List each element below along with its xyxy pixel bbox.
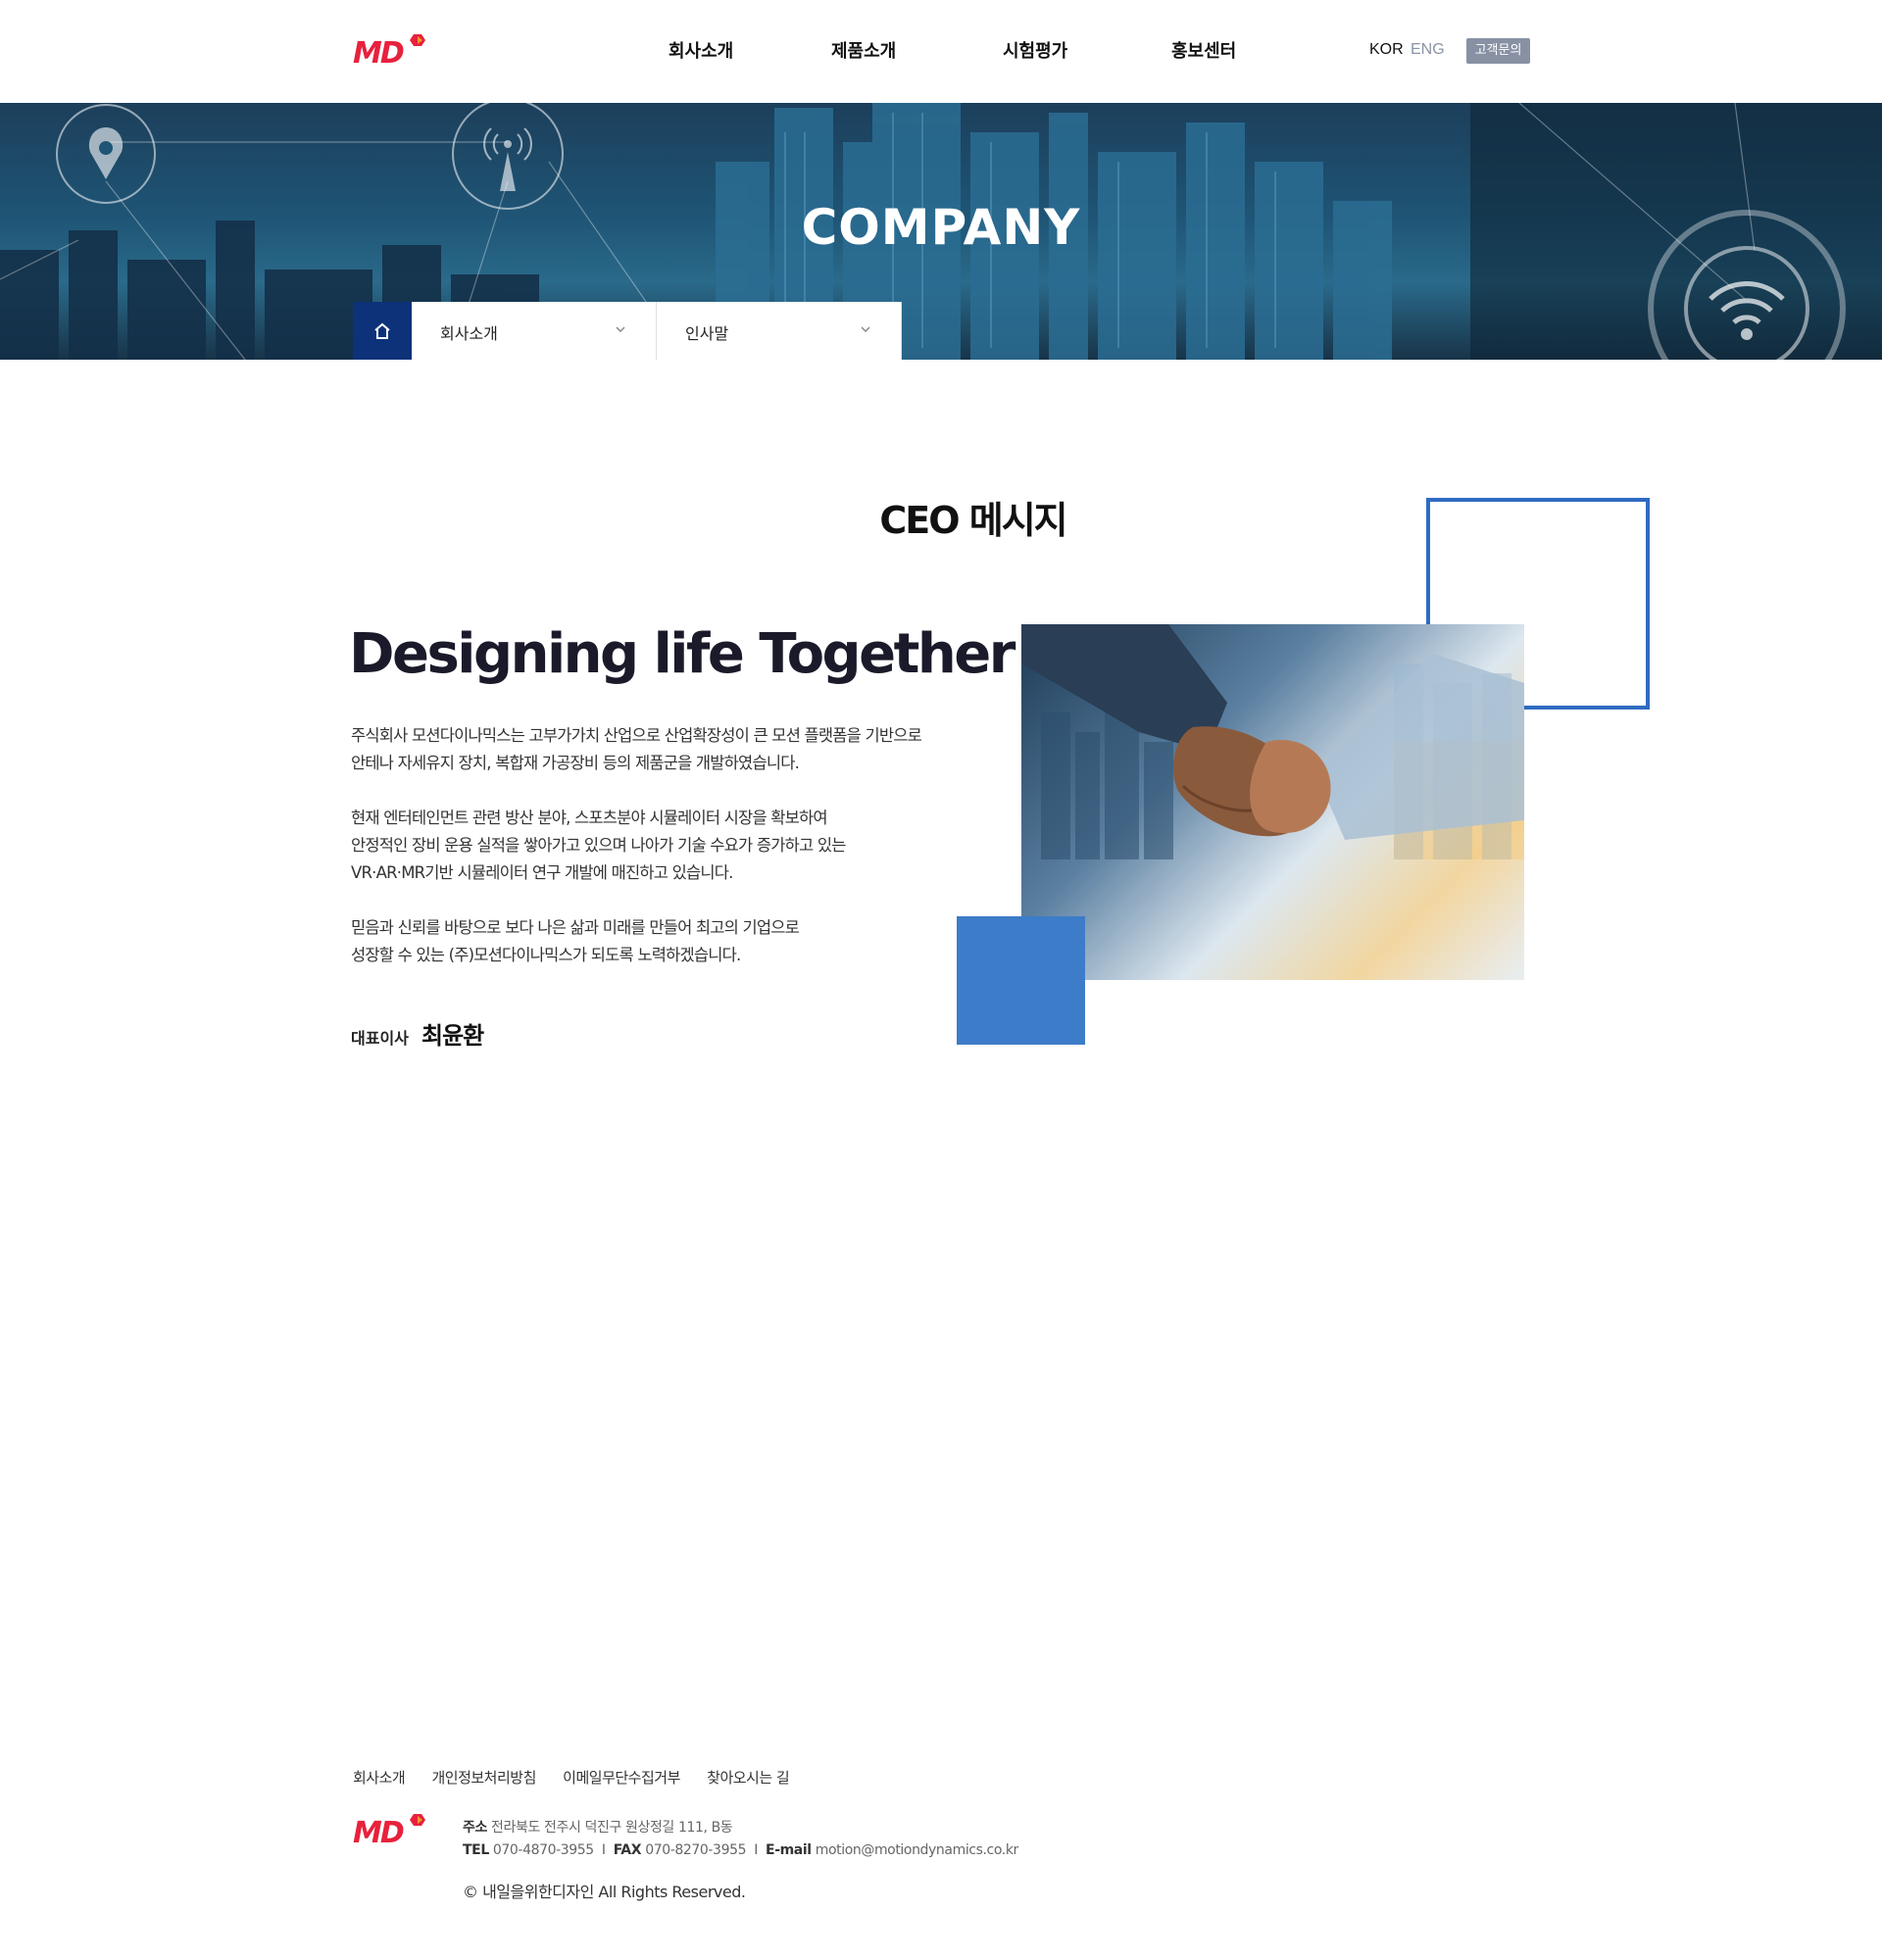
email-label: E-mail [766,1842,812,1858]
location-nav: 회사소개 인사말 [353,302,902,360]
site-header: MD 회사소개 제품소개 시험평가 홍보센터 KOR ENG 고객문의 [0,0,1882,103]
hero-title: COMPANY [801,199,1081,256]
paragraph-line: 믿음과 신뢰를 바탕으로 보다 나은 삶과 미래를 만들어 최고의 기업으로 [351,918,800,937]
tel-value: 070-4870-3955 [492,1842,594,1858]
fax-label: FAX [613,1842,642,1858]
dropdown-depth2[interactable]: 인사말 [657,302,902,360]
fax-value: 070-8270-3955 [645,1842,747,1858]
chevron-down-icon [861,326,870,333]
footer-link-email-policy[interactable]: 이메일무단수집거부 [563,1769,680,1787]
paragraph-line: 성장할 수 있는 (주)모션다이나믹스가 되도록 노력하겠습니다. [351,946,741,964]
home-icon [374,322,390,339]
paragraph-line: 안정적인 장비 운용 실적을 쌓아가고 있으며 나아가 기술 수요가 증가하고 … [351,836,846,855]
decorative-blue-square [957,916,1085,1045]
address-value: 전라북도 전주시 덕진구 원상정길 111, B동 [491,1820,733,1836]
dropdown-depth2-label: 인사말 [685,324,729,343]
email-value: motion@motiondynamics.co.kr [815,1842,1019,1858]
lang-eng-link[interactable]: ENG [1411,41,1445,59]
nav-company[interactable]: 회사소개 [669,37,733,63]
footer-link-directions[interactable]: 찾아오시는 길 [707,1769,790,1787]
svg-text:MD: MD [353,1816,404,1850]
nav-products[interactable]: 제품소개 [831,37,896,63]
paragraph-line: 주식회사 모션다이나믹스는 고부가가치 산업으로 산업확장성이 큰 모션 플랫폼… [351,726,922,745]
paragraph-line: 현재 엔터테인먼트 관련 방산 분야, 스포츠분야 시뮬레이터 시장을 확보하여 [351,808,828,827]
footer-links: 회사소개 개인정보처리방침 이메일무단수집거부 찾아오시는 길 [353,1767,812,1788]
lang-kor-link[interactable]: KOR [1369,41,1404,59]
footer-link-privacy[interactable]: 개인정보처리방침 [431,1769,536,1787]
nav-pr-center[interactable]: 홍보센터 [1171,37,1236,63]
headline: Designing life Together [349,622,1015,686]
paragraph-line: VR·AR·MR기반 시뮬레이터 연구 개발에 매진하고 있습니다. [351,863,733,882]
intro-paragraph-2: 현재 엔터테인먼트 관련 방산 분야, 스포츠분야 시뮬레이터 시장을 확보하여… [351,805,846,887]
handshake-photo [1021,624,1524,980]
separator: I [750,1842,767,1858]
dropdown-depth1-label: 회사소개 [440,324,498,343]
copyright: © 내일을위한디자인 All Rights Reserved. [463,1883,746,1901]
separator: I [597,1842,614,1858]
footer-address: 주소 전라북도 전주시 덕진구 원상정길 111, B동 [463,1817,733,1837]
intro-paragraph-3: 믿음과 신뢰를 바탕으로 보다 나은 삶과 미래를 만들어 최고의 기업으로 성… [351,914,800,969]
inquiry-button[interactable]: 고객문의 [1466,38,1530,64]
hero-banner: COMPANY [0,103,1882,360]
footer-contact: TEL 070-4870-3955 I FAX 070-8270-3955 I … [463,1842,1018,1858]
footer-logo: MD [353,1814,425,1850]
address-label: 주소 [463,1820,487,1836]
ceo-role: 대표이사 [351,1029,409,1048]
main-nav: 회사소개 제품소개 시험평가 홍보센터 [0,37,1882,67]
footer-link-company[interactable]: 회사소개 [353,1769,406,1787]
intro-paragraph-1: 주식회사 모션다이나믹스는 고부가가치 산업으로 산업확장성이 큰 모션 플랫폼… [351,722,922,777]
dropdown-depth1[interactable]: 회사소개 [412,302,657,360]
home-button[interactable] [353,302,412,360]
tel-label: TEL [463,1842,489,1858]
paragraph-line: 안테나 자세유지 장치, 복합재 가공장비 등의 제품군을 개발하였습니다. [351,754,800,772]
chevron-down-icon [616,326,625,333]
nav-testing[interactable]: 시험평가 [1003,37,1067,63]
ceo-name: 최윤환 [421,1022,484,1050]
